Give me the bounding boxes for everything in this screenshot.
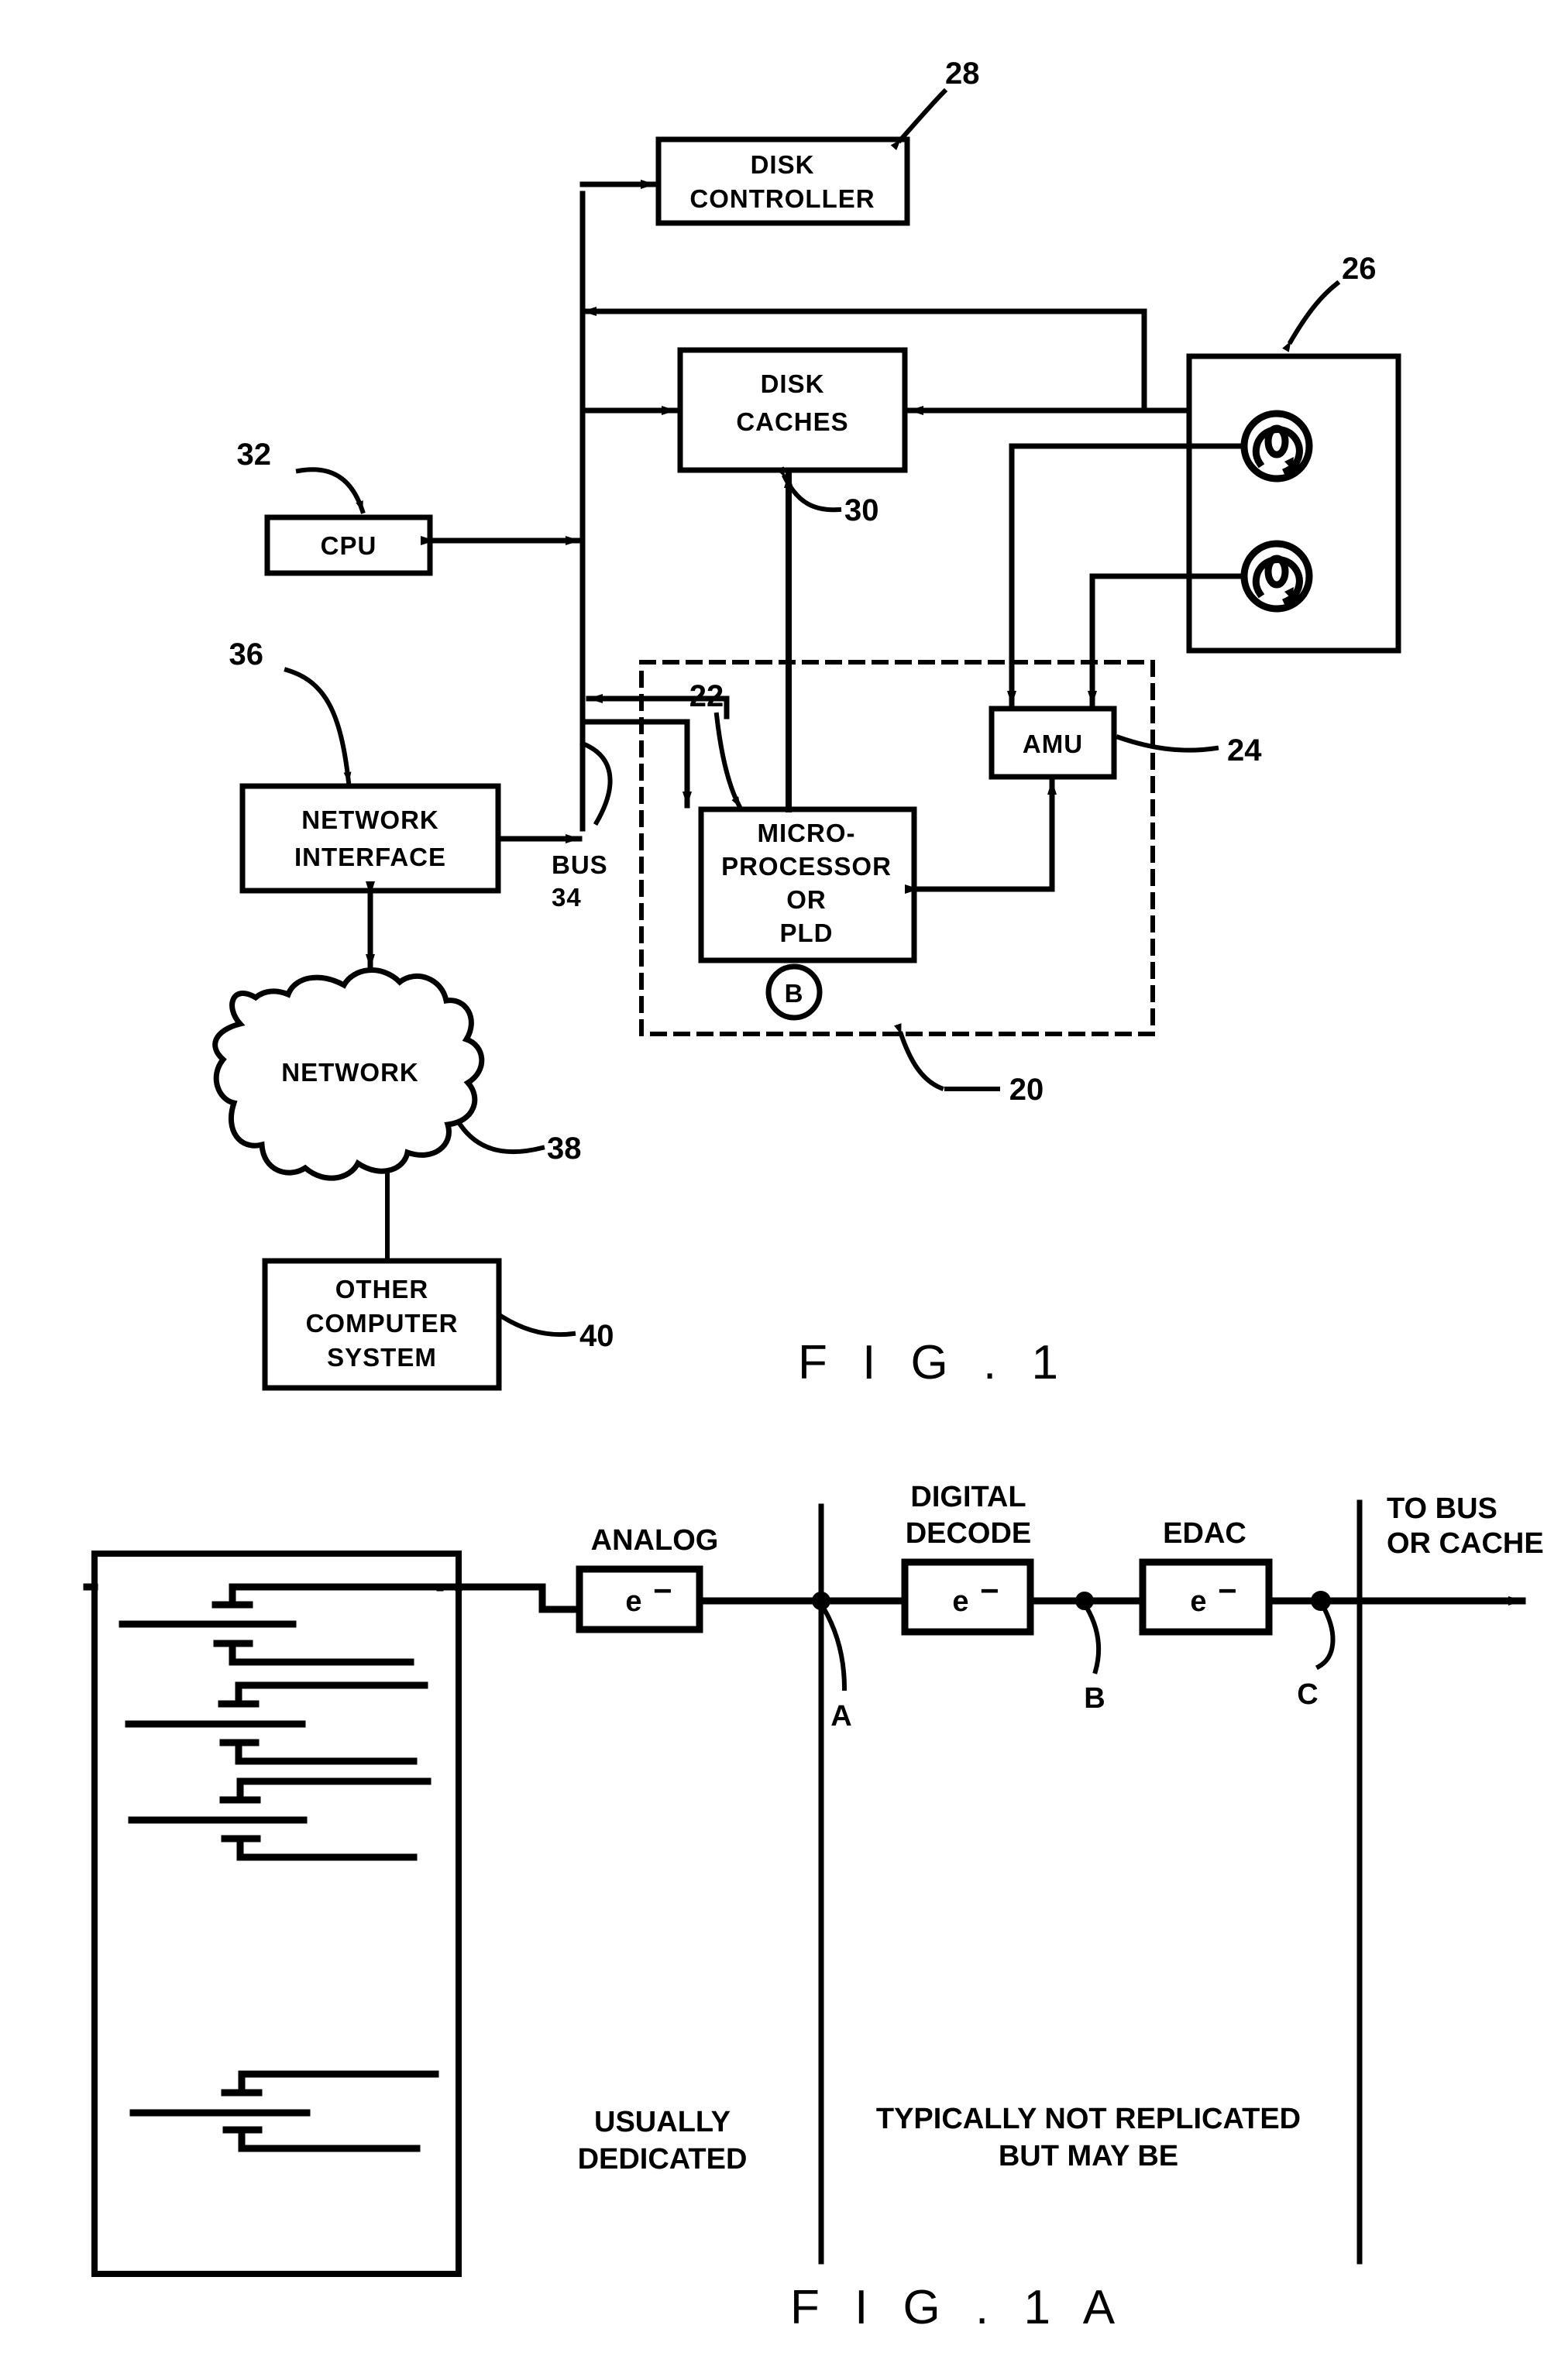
microprocessor-label-line2: PROCESSOR (721, 852, 892, 881)
svg-text:−: − (1218, 1572, 1237, 1609)
ref-numeral-28: 28 (945, 57, 980, 91)
other-computer-label-line3: SYSTEM (327, 1343, 437, 1372)
ref-numeral-36: 36 (229, 637, 264, 671)
svg-text:e: e (1190, 1585, 1206, 1618)
digital-decode-electron-symbol: e − (952, 1572, 999, 1618)
microprocessor-label-line1: MICRO- (758, 819, 856, 847)
figure-canvas: 28 DISK CONTROLLER 26 DISK CACHES 30 32 … (83, 57, 1544, 2334)
disk-controller-label-line1: DISK (751, 150, 815, 179)
head-arm-group-3 (128, 1777, 432, 1861)
zone-right-label-line2: BUT MAY BE (999, 2140, 1178, 2172)
edac-electron-symbol: e − (1190, 1572, 1236, 1618)
analog-electron-symbol: e − (625, 1572, 672, 1618)
lead-line-26 (1282, 280, 1341, 352)
digital-decode-label-line2: DECODE (906, 1517, 1032, 1550)
head-arm-group-1 (119, 1583, 453, 1666)
tap-point-a-leader (820, 1604, 848, 1691)
cpu-label: CPU (321, 531, 377, 560)
head-arm-group-4 (129, 2070, 439, 2152)
to-bus-label-line1: TO BUS (1387, 1492, 1497, 1525)
lead-line-24 (1116, 734, 1219, 753)
disk-caches-label-line1: DISK (761, 369, 825, 398)
edac-stage-label: EDAC (1163, 1517, 1246, 1550)
head-arm-group-2 (125, 1681, 428, 1765)
figure-1-caption: F I G . 1 (798, 1336, 1069, 1389)
figure-1a-caption: F I G . 1 A (790, 2281, 1126, 2334)
disk-controller-label-line2: CONTROLLER (689, 184, 875, 213)
lead-line-38 (456, 1121, 545, 1155)
tap-point-c-leader (1315, 1606, 1336, 1671)
ref-numeral-24: 24 (1227, 733, 1262, 768)
svg-text:−: − (653, 1572, 672, 1609)
to-bus-label-line2: OR CACHE (1387, 1527, 1544, 1560)
lead-line-20 (894, 1023, 944, 1091)
digital-decode-label-line1: DIGITAL (910, 1481, 1026, 1513)
svg-text:e: e (625, 1585, 641, 1618)
network-interface-label-line1: NETWORK (301, 805, 438, 834)
bus-leader-squiggle (579, 740, 613, 826)
zone-right-label-line1: TYPICALLY NOT REPLICATED (876, 2103, 1301, 2135)
ref-numeral-30: 30 (844, 493, 879, 527)
lead-line-30 (776, 466, 842, 513)
tap-point-a-label: A (830, 1700, 851, 1733)
ref-numeral-32: 32 (237, 438, 272, 472)
other-computer-label-line1: OTHER (335, 1275, 429, 1303)
ref-numeral-20: 20 (1009, 1073, 1044, 1107)
zone-left-label-line1: USUALLY (594, 2106, 731, 2138)
tap-point-c-node (1311, 1591, 1331, 1611)
tap-point-b-leader (1083, 1604, 1101, 1674)
svg-text:−: − (980, 1572, 999, 1609)
zone-left-label-line2: DEDICATED (578, 2143, 748, 2176)
ref-numeral-38: 38 (547, 1132, 582, 1166)
tap-point-b-label: B (1084, 1682, 1105, 1715)
analog-stage-label: ANALOG (591, 1524, 719, 1557)
amu-label: AMU (1023, 730, 1083, 758)
lead-line-32 (295, 467, 366, 514)
bus-label-line2: 34 (552, 883, 582, 912)
svg-text:e: e (952, 1585, 968, 1618)
disk-platter-icon-1 (1240, 410, 1313, 483)
lead-line-36 (284, 667, 352, 785)
network-interface-box (239, 783, 501, 894)
patent-drawing-sheet: 28 DISK CONTROLLER 26 DISK CACHES 30 32 … (0, 0, 1561, 2380)
other-computer-label-line2: COMPUTER (306, 1309, 459, 1338)
node-b-label: B (785, 979, 804, 1008)
network-interface-label-line2: INTERFACE (294, 843, 446, 871)
lead-line-22 (713, 712, 744, 811)
ref-numeral-40: 40 (579, 1319, 614, 1353)
disk-platter-icon-2 (1240, 540, 1313, 613)
lead-line-40 (498, 1313, 576, 1338)
network-cloud-label: NETWORK (281, 1058, 418, 1087)
tap-point-c-label: C (1297, 1678, 1318, 1711)
microprocessor-label-line4: PLD (780, 919, 834, 947)
disk-caches-label-line2: CACHES (736, 407, 848, 436)
microprocessor-label-line3: OR (786, 885, 827, 914)
bus-label-line1: BUS (552, 850, 608, 879)
ref-numeral-26: 26 (1342, 252, 1377, 286)
lead-line-28 (890, 88, 948, 151)
